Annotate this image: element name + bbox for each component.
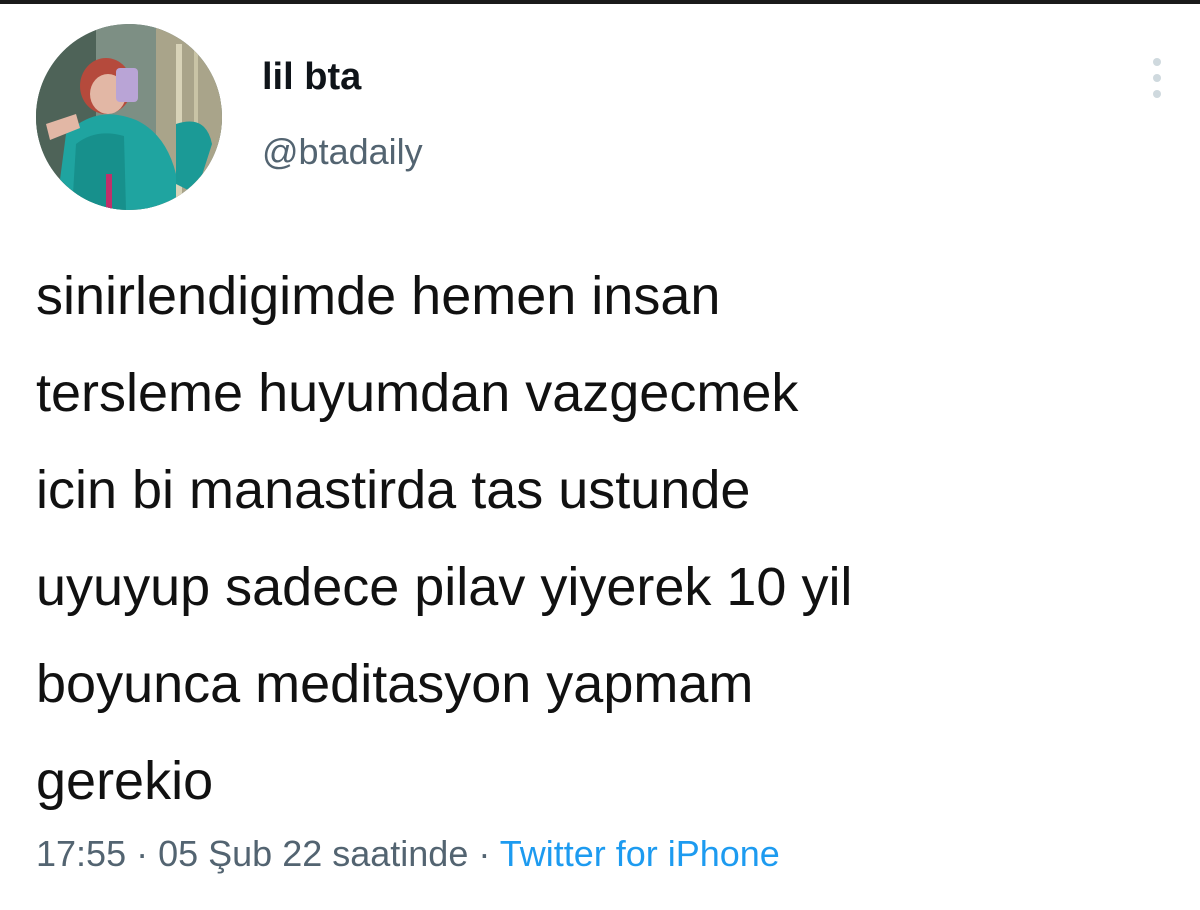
avatar-photo bbox=[36, 24, 222, 210]
avatar[interactable] bbox=[36, 24, 222, 210]
meta-separator: · bbox=[468, 833, 500, 874]
tweet-text: sinirlendigimde hemen insan tersleme huy… bbox=[36, 266, 853, 811]
author-display-name[interactable]: lil bta bbox=[262, 54, 361, 100]
tweet-card: lil bta @btadaily sinirlendigimde hemen … bbox=[0, 4, 1200, 910]
meta-separator: · bbox=[126, 833, 159, 874]
more-options-button[interactable] bbox=[1142, 52, 1172, 104]
more-vertical-icon bbox=[1153, 58, 1161, 66]
tweet-time[interactable]: 17:55 bbox=[36, 833, 126, 874]
tweet-source-link[interactable]: Twitter for iPhone bbox=[500, 833, 780, 874]
author-handle[interactable]: @btadaily bbox=[262, 130, 423, 174]
more-vertical-icon-dot bbox=[1153, 74, 1161, 82]
tweet-meta: 17:55 · 05 Şub 22 saatinde · Twitter for… bbox=[36, 830, 780, 878]
tweet-date[interactable]: 05 Şub 22 saatinde bbox=[158, 833, 468, 874]
more-vertical-icon-dot bbox=[1153, 90, 1161, 98]
